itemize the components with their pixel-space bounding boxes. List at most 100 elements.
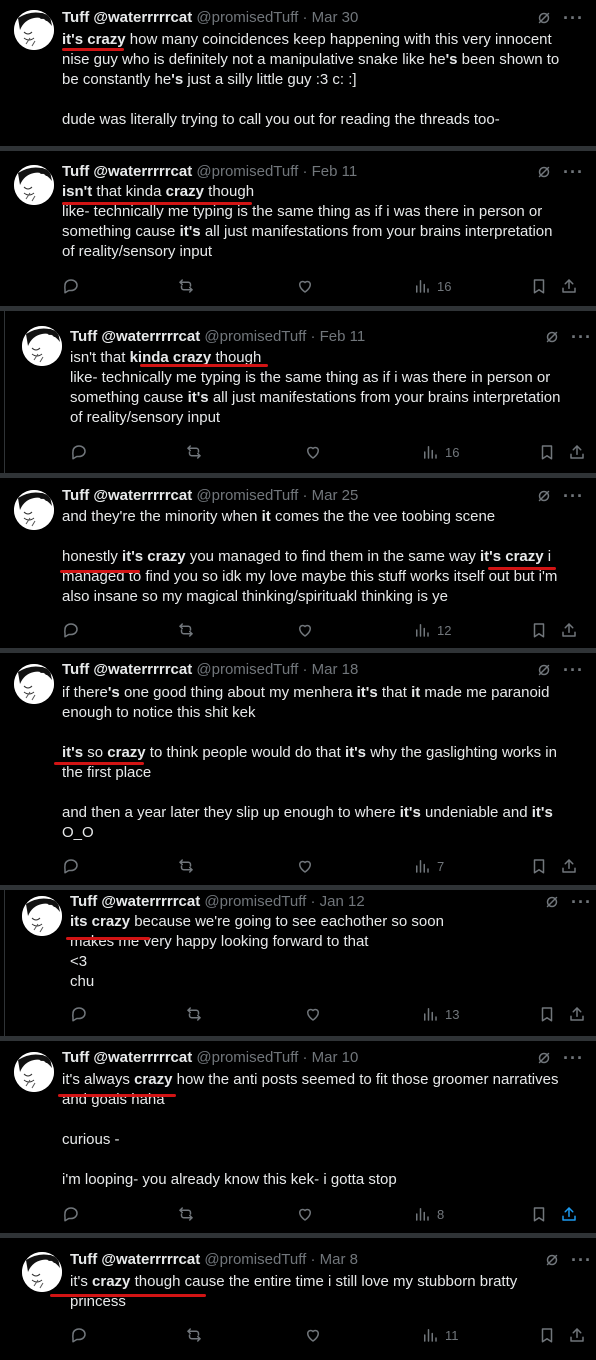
grok-icon[interactable] [535, 487, 553, 505]
more-options-icon[interactable]: ··· [563, 9, 584, 27]
grok-icon[interactable] [535, 163, 553, 181]
grok-icon[interactable] [543, 893, 561, 911]
reply-button[interactable] [62, 620, 80, 640]
reply-icon [72, 1007, 86, 1022]
text-segment: just a silly little guy :3 c: :] [183, 71, 357, 88]
tweet-card[interactable]: Tuff @waterrrrrcat @promisedTuff · Feb 1… [0, 151, 596, 306]
share-button[interactable] [560, 276, 578, 296]
avatar[interactable] [14, 10, 54, 50]
author-handle-and-date[interactable]: @promisedTuff · Mar 25 [192, 487, 358, 504]
share-button[interactable] [568, 1004, 586, 1024]
author-handle-and-date[interactable]: @promisedTuff · Mar 10 [192, 1049, 358, 1066]
retweet-button[interactable] [185, 1325, 203, 1345]
like-button[interactable] [296, 1204, 314, 1224]
text-segment: how many coincidences keep happening wit… [125, 31, 552, 48]
more-options-icon[interactable]: ··· [571, 1251, 592, 1269]
avatar[interactable] [14, 165, 54, 205]
bookmark-button[interactable] [538, 1004, 556, 1024]
more-options-icon[interactable]: ··· [571, 328, 592, 346]
author-name[interactable]: Tuff @waterrrrrcat [62, 487, 192, 504]
bookmark-button[interactable] [530, 620, 548, 640]
reply-button[interactable] [62, 276, 80, 296]
author-name[interactable]: Tuff @waterrrrrcat [62, 9, 192, 26]
tweet-card[interactable]: Tuff @waterrrrrcat @promisedTuff · Mar 2… [0, 478, 596, 648]
grok-icon[interactable] [543, 328, 561, 346]
avatar[interactable] [22, 326, 62, 366]
author-handle-and-date[interactable]: @promisedTuff · Mar 8 [200, 1251, 358, 1268]
author-name[interactable]: Tuff @waterrrrrcat [70, 328, 200, 345]
more-options-icon[interactable]: ··· [563, 487, 584, 505]
share-button[interactable] [568, 442, 586, 462]
bookmark-button[interactable] [530, 276, 548, 296]
more-options-icon[interactable]: ··· [563, 661, 584, 679]
retweet-button[interactable] [177, 1204, 195, 1224]
reply-button[interactable] [62, 856, 80, 876]
bookmark-button[interactable] [538, 1325, 556, 1345]
avatar[interactable] [14, 490, 54, 530]
share-button[interactable] [560, 620, 578, 640]
reply-button[interactable] [70, 1004, 88, 1024]
tweet-card[interactable]: Tuff @waterrrrrcat @promisedTuff · Mar 3… [0, 0, 596, 146]
views-button[interactable]: 8 [413, 1204, 444, 1224]
author-handle-and-date[interactable]: @promisedTuff · Feb 11 [200, 328, 365, 345]
more-options-icon[interactable]: ··· [571, 893, 592, 911]
more-options-icon[interactable]: ··· [563, 163, 584, 181]
highlighted-text: 's [171, 71, 184, 88]
tweet-card[interactable]: Tuff @waterrrrrcat @promisedTuff · Mar 8… [0, 1238, 596, 1360]
author-name[interactable]: Tuff @waterrrrrcat [62, 1049, 192, 1066]
share-button[interactable] [560, 856, 578, 876]
views-button[interactable]: 16 [421, 442, 459, 462]
more-options-icon[interactable]: ··· [563, 1049, 584, 1067]
views-button[interactable]: 7 [413, 856, 444, 876]
bookmark-button[interactable] [530, 1204, 548, 1224]
reply-button[interactable] [70, 442, 88, 462]
like-button[interactable] [304, 442, 322, 462]
avatar[interactable] [22, 896, 62, 936]
tweet-card[interactable]: Tuff @waterrrrrcat @promisedTuff · Mar 1… [0, 653, 596, 885]
highlighted-text: it's [531, 804, 553, 821]
grok-icon[interactable] [535, 9, 553, 27]
like-button[interactable] [296, 620, 314, 640]
tweet-card[interactable]: Tuff @waterrrrrcat @promisedTuff · Jan 1… [0, 890, 596, 1036]
author-handle-and-date[interactable]: @promisedTuff · Mar 18 [192, 661, 358, 678]
author-name[interactable]: Tuff @waterrrrrcat [70, 1251, 200, 1268]
author-name[interactable]: Tuff @waterrrrrcat [70, 893, 200, 910]
retweet-button[interactable] [177, 856, 195, 876]
views-button[interactable]: 16 [413, 276, 451, 296]
like-button[interactable] [304, 1004, 322, 1024]
retweet-button[interactable] [185, 1004, 203, 1024]
tweet-text-line: of reality/sensory input [62, 242, 587, 262]
avatar[interactable] [14, 664, 54, 704]
bookmark-button[interactable] [538, 442, 556, 462]
retweet-button[interactable] [185, 442, 203, 462]
action-bar: 16 [0, 442, 596, 464]
text-segment: and then a year later they slip up enoug… [62, 804, 400, 821]
views-icon [424, 1329, 437, 1342]
grok-icon[interactable] [535, 661, 553, 679]
like-button[interactable] [296, 276, 314, 296]
grok-icon[interactable] [535, 1049, 553, 1067]
author-handle-and-date[interactable]: @promisedTuff · Mar 30 [192, 9, 358, 26]
avatar[interactable] [14, 1052, 54, 1092]
retweet-button[interactable] [177, 620, 195, 640]
tweet-card[interactable]: Tuff @waterrrrrcat @promisedTuff · Mar 1… [0, 1041, 596, 1233]
like-button[interactable] [296, 856, 314, 876]
author-name[interactable]: Tuff @waterrrrrcat [62, 163, 192, 180]
author-handle-and-date[interactable]: @promisedTuff · Feb 11 [192, 163, 357, 180]
bookmark-button[interactable] [530, 856, 548, 876]
like-button[interactable] [304, 1325, 322, 1345]
avatar[interactable] [22, 1252, 62, 1292]
views-button[interactable]: 13 [421, 1004, 459, 1024]
share-button[interactable] [560, 1204, 578, 1224]
views-button[interactable]: 11 [421, 1325, 459, 1345]
retweet-button[interactable] [177, 276, 195, 296]
grok-icon[interactable] [543, 1251, 561, 1269]
tweet-card[interactable]: Tuff @waterrrrrcat @promisedTuff · Feb 1… [0, 311, 596, 473]
text-segment: undeniable and [420, 804, 532, 821]
share-button[interactable] [568, 1325, 586, 1345]
reply-button[interactable] [62, 1204, 80, 1224]
reply-button[interactable] [70, 1325, 88, 1345]
author-name[interactable]: Tuff @waterrrrrcat [62, 661, 192, 678]
author-handle-and-date[interactable]: @promisedTuff · Jan 12 [200, 893, 364, 910]
views-button[interactable]: 12 [413, 620, 451, 640]
